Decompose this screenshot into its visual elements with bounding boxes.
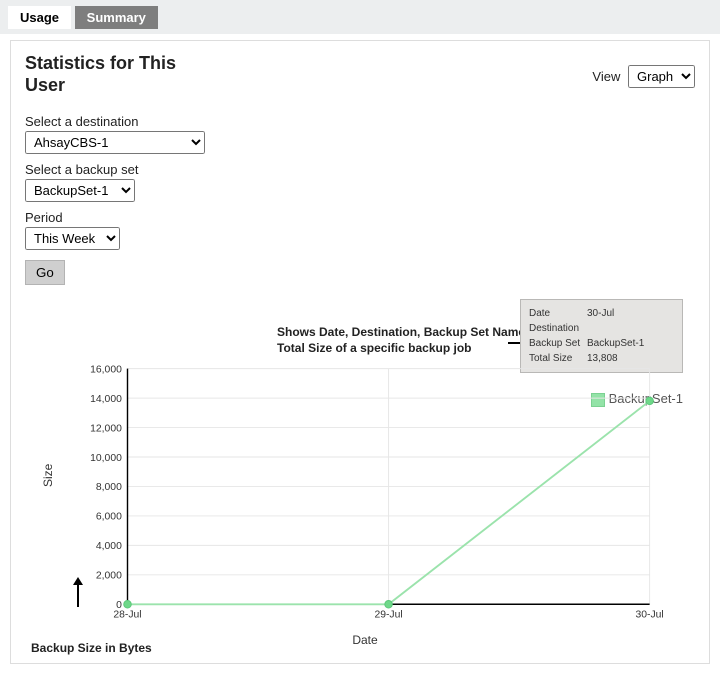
period-select[interactable]: This Week (25, 227, 120, 250)
arrow-up-icon (73, 577, 83, 607)
go-button[interactable]: Go (25, 260, 65, 285)
destination-select[interactable]: AhsayCBS-1 (25, 131, 205, 154)
svg-text:14,000: 14,000 (90, 394, 122, 405)
svg-text:4,000: 4,000 (96, 541, 122, 552)
tab-usage[interactable]: Usage (8, 6, 71, 29)
destination-label: Select a destination (25, 114, 695, 129)
page-title: Statistics for This User (25, 53, 205, 96)
backupset-select[interactable]: BackupSet-1 (25, 179, 135, 202)
svg-text:6,000: 6,000 (96, 512, 122, 523)
chart-tooltip: Date30-Jul Destination Backup SetBackupS… (520, 299, 683, 373)
svg-text:12,000: 12,000 (90, 423, 122, 434)
usage-chart: Size Date 02,0004,0006,0008,00010,00012,… (43, 363, 687, 625)
svg-text:8,000: 8,000 (96, 482, 122, 493)
svg-text:30-Jul: 30-Jul (636, 609, 664, 620)
svg-text:28-Jul: 28-Jul (113, 609, 141, 620)
period-label: Period (25, 210, 695, 225)
svg-text:2,000: 2,000 (96, 571, 122, 582)
view-select[interactable]: Graph (628, 65, 695, 88)
svg-text:16,000: 16,000 (90, 364, 122, 375)
svg-text:29-Jul: 29-Jul (374, 609, 402, 620)
view-label: View (592, 69, 620, 84)
stats-panel: Statistics for This User View Graph Sele… (10, 40, 710, 664)
svg-text:10,000: 10,000 (90, 453, 122, 464)
y-axis-label: Size (41, 464, 55, 487)
backupset-label: Select a backup set (25, 162, 695, 177)
bytes-annotation: Backup Size in Bytes (31, 641, 152, 655)
x-axis-label: Date (352, 633, 377, 647)
tab-summary[interactable]: Summary (75, 6, 158, 29)
tab-bar: Usage Summary (0, 0, 720, 34)
